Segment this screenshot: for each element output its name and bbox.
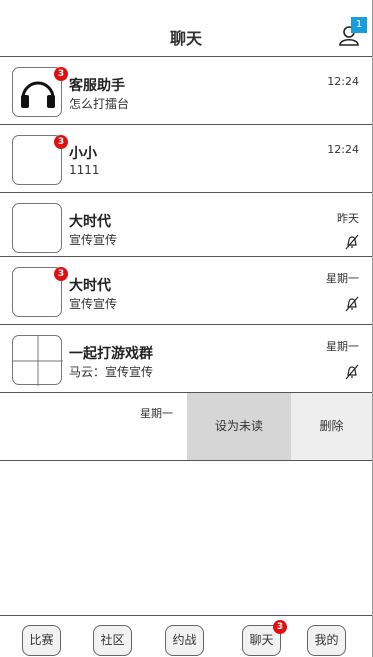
chat-row-dashidai-2[interactable]: 3 大时代 宣传宣传 星期一 [0,257,372,325]
chat-row-dashidai[interactable]: 大时代 宣传宣传 昨天 [0,193,372,257]
delete-button[interactable]: 删除 [291,393,372,460]
phone-frame: 聊天 1 3 客服助手 怎么打擂台 12:24 3 小小 1111 12:24 [0,0,373,657]
tab-community[interactable]: 社区 [93,625,132,656]
chat-row-swiped[interactable]: 戏群 星期一 设为未读 删除 [0,393,372,461]
chat-last-message: 宣传宣传 [69,233,118,247]
chat-name: 大时代 [69,278,111,294]
chat-row-gaming-group[interactable]: 一起打游戏群 马云：宣传宣传 星期一 [0,325,372,393]
unread-badge: 3 [54,67,68,81]
tab-me[interactable]: 我的 [307,625,346,656]
chat-time: 星期一 [140,407,173,420]
chat-time: 12:24 [327,143,359,156]
unread-badge: 3 [54,267,68,281]
chat-header: 聊天 1 [0,0,372,57]
chat-row-service-assistant[interactable]: 3 客服助手 怎么打擂台 12:24 [0,57,372,125]
group-grid-icon [13,336,63,386]
unread-badge: 3 [54,135,68,149]
chat-name: 大时代 [69,214,111,230]
chat-time: 昨天 [337,212,359,225]
chat-row-xiaoxiao[interactable]: 3 小小 1111 12:24 [0,125,372,193]
mute-bell-icon [345,364,359,380]
avatar [12,203,62,253]
chat-name: 客服助手 [69,78,125,94]
mute-bell-icon [345,296,359,312]
chat-last-message: 马云：宣传宣传 [69,365,154,379]
chat-name: 一起打游戏群 [69,346,153,362]
mute-bell-icon [345,234,359,250]
chat-last-message: 1111 [69,163,100,177]
group-avatar [12,335,63,386]
bottom-tab-bar: 比赛 社区 约战 聊天 3 我的 [0,615,372,657]
chat-time: 星期一 [326,340,359,353]
chat-last-message: 怎么打擂台 [69,97,130,111]
chat-name: 小小 [69,146,97,162]
chat-time: 星期一 [326,272,359,285]
chat-time: 12:24 [327,75,359,88]
tab-challenge[interactable]: 约战 [165,625,204,656]
contacts-count-badge: 1 [351,17,367,33]
chat-tab-badge: 3 [273,620,287,634]
tab-matches[interactable]: 比赛 [22,625,61,656]
page-title: 聊天 [169,29,202,48]
mark-unread-button[interactable]: 设为未读 [187,393,291,460]
chat-last-message: 宣传宣传 [69,297,118,311]
